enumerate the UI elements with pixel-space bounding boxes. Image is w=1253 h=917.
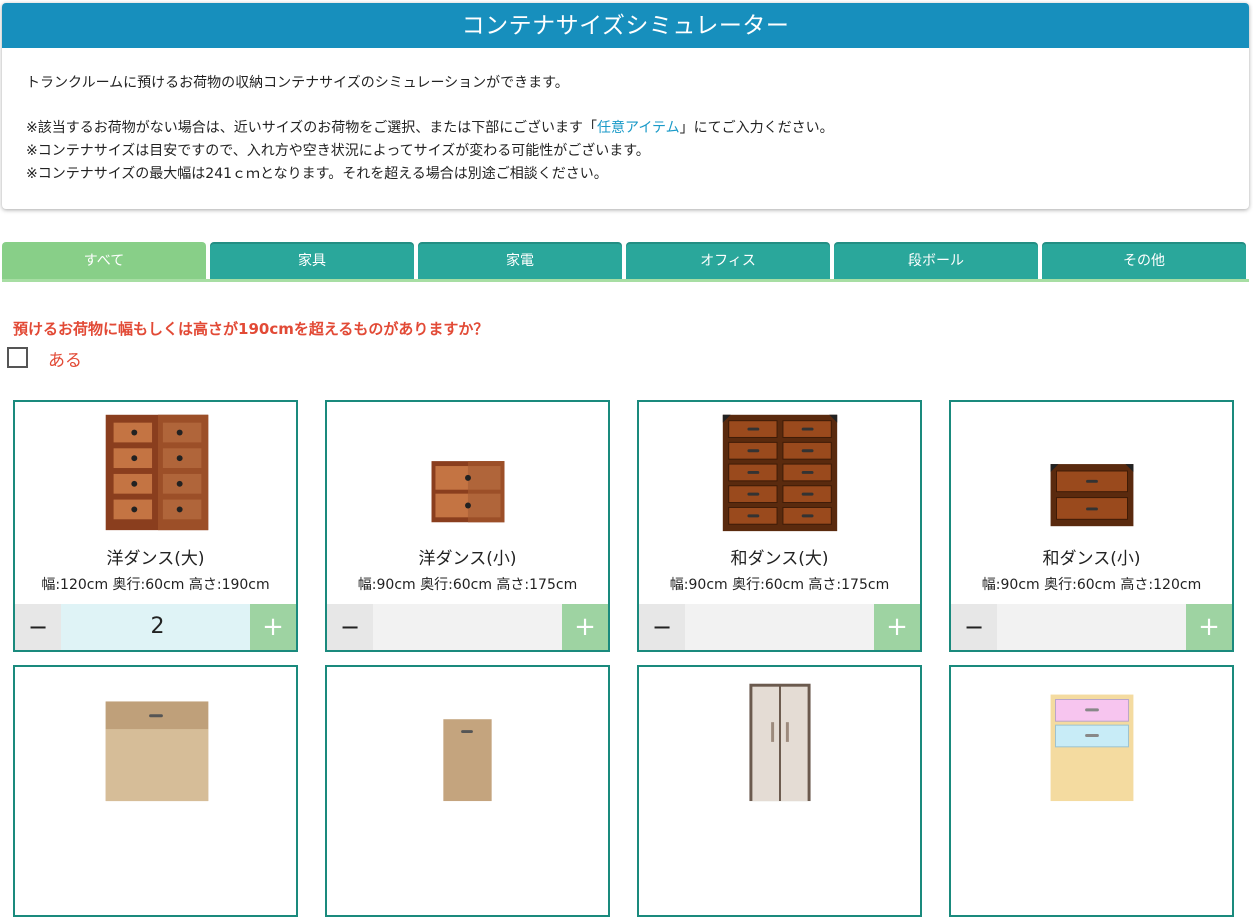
item-card: 和ダンス(小) 幅:90cm 奥行:60cm 高さ:120cm − + [949,400,1234,652]
item-card: 洋ダンス(小) 幅:90cm 奥行:60cm 高さ:175cm − + [325,400,610,652]
decrement-button[interactable]: − [639,604,685,650]
item-card: 和ダンス(大) 幅:90cm 奥行:60cm 高さ:175cm − + [637,400,922,652]
quantity-field[interactable] [685,604,878,650]
tab-appliances[interactable]: 家電 [418,242,622,279]
quantity-stepper: − + [639,604,920,650]
intro-text: トランクルームに預けるお荷物の収納コンテナサイズのシミュレーションができます。 … [2,48,1249,186]
item-dimensions: 幅:90cm 奥行:60cm 高さ:120cm [981,577,1202,593]
item-card [949,665,1234,917]
wardrobe-icon [749,683,811,802]
oversize-checkbox[interactable] [7,347,28,368]
item-name: 洋ダンス(小) [418,549,517,569]
note-1-prefix: ※該当するお荷物がない場合は、近いサイズのお荷物をご選択、または下部にございます… [26,120,598,136]
large-western-dresser-icon [105,414,209,531]
increment-button[interactable]: + [1186,604,1232,650]
custom-item-link[interactable]: 任意アイテム [597,120,680,136]
decrement-button[interactable]: − [15,604,61,650]
decrement-button[interactable]: − [951,604,997,650]
note-line-2: ※コンテナサイズは目安ですので、入れ方や空き状況によってサイズが変わる可能性がご… [26,143,650,159]
quantity-stepper: − + [951,604,1232,650]
oversize-question: 預けるお荷物に幅もしくは高さが190cmを超えるものがありますか？ [13,320,489,338]
plastic-drawers-icon [1050,694,1134,802]
page-title: コンテナサイズシミュレーター [2,3,1249,48]
note-line-3: ※コンテナサイズの最大幅は241ｃｍとなります。それを超える場合は別途ご相談くだ… [26,166,608,182]
decrement-button[interactable]: − [327,604,373,650]
item-card [13,665,298,917]
small-japanese-chest-icon [1050,464,1134,527]
tab-other[interactable]: その他 [1042,242,1246,279]
item-dimensions: 幅:90cm 奥行:60cm 高さ:175cm [357,577,578,593]
quantity-stepper: − 2 + [15,604,296,650]
category-tabs: すべて 家具 家電 オフィス 段ボール その他 [2,242,1249,282]
note-line-1: ※該当するお荷物がない場合は、近いサイズのお荷物をご選択、または下部にございます… [26,117,1249,140]
small-western-dresser-icon [431,461,505,523]
increment-button[interactable]: + [562,604,608,650]
large-japanese-chest-icon [722,414,838,532]
tab-underline [2,279,1249,282]
intro-line: トランクルームに預けるお荷物の収納コンテナサイズのシミュレーションができます。 [26,75,569,91]
item-card: 洋ダンス(大) 幅:120cm 奥行:60cm 高さ:190cm − 2 + [13,400,298,652]
tab-all[interactable]: すべて [2,242,206,279]
header-card: コンテナサイズシミュレーター トランクルームに預けるお荷物の収納コンテナサイズの… [2,3,1249,209]
item-card [637,665,922,917]
small-box-icon [443,719,492,802]
item-name: 和ダンス(小) [1042,549,1141,569]
increment-button[interactable]: + [874,604,920,650]
quantity-field[interactable]: 2 [61,604,254,650]
tab-cardboard[interactable]: 段ボール [834,242,1038,279]
item-name: 和ダンス(大) [730,549,829,569]
tab-office[interactable]: オフィス [626,242,830,279]
quantity-field[interactable] [997,604,1190,650]
increment-button[interactable]: + [250,604,296,650]
quantity-stepper: − + [327,604,608,650]
quantity-field[interactable] [373,604,566,650]
tab-furniture[interactable]: 家具 [210,242,414,279]
low-cabinet-icon [105,701,209,802]
item-card [325,665,610,917]
item-name: 洋ダンス(大) [106,549,205,569]
note-1-suffix: 」にてご入力ください。 [679,120,834,136]
item-dimensions: 幅:120cm 奥行:60cm 高さ:190cm [41,577,270,593]
oversize-checkbox-label[interactable]: ある [48,346,82,371]
item-dimensions: 幅:90cm 奥行:60cm 高さ:175cm [669,577,890,593]
